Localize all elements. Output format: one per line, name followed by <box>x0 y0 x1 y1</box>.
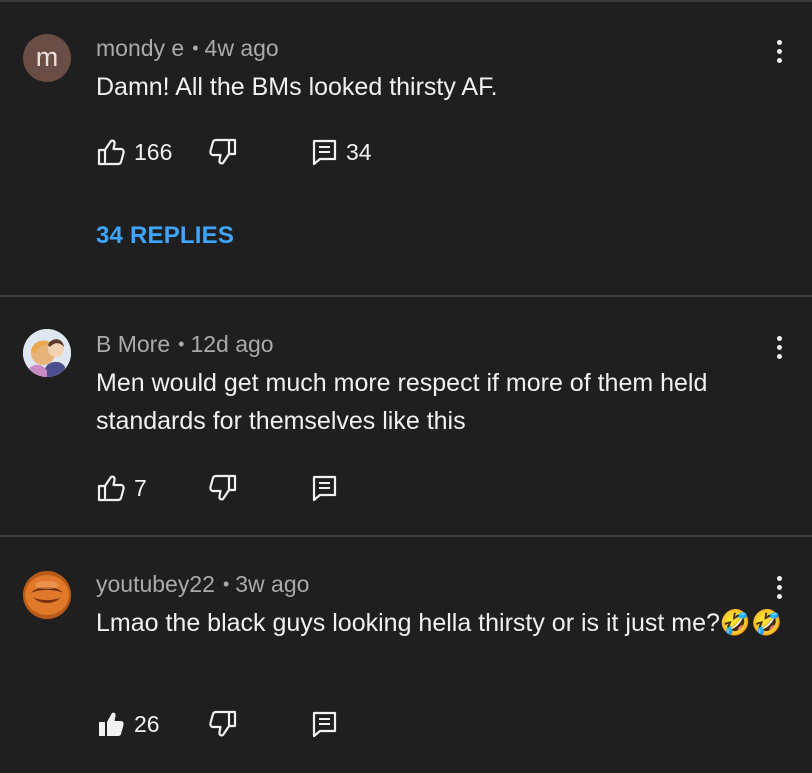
thumbs-up-filled-icon <box>99 712 124 736</box>
comment-item: B More • 12d ago Men would get much more r… <box>0 297 812 537</box>
comment-text: Lmao the black guys looking hella thirst… <box>96 609 783 637</box>
comment-text: Men would get much more respect if more … <box>96 369 708 435</box>
comment-actions: 166 34 <box>96 137 496 167</box>
comment-text: Damn! All the BMs looked thirsty AF. <box>96 73 498 101</box>
like-button[interactable]: 7 <box>96 473 147 503</box>
reply-button[interactable]: 34 <box>312 137 372 167</box>
thumbs-up-icon <box>97 139 125 166</box>
comment-actions: 26 <box>96 709 496 739</box>
comment-icon <box>312 139 337 166</box>
dislike-button[interactable] <box>208 137 238 167</box>
comment-icon <box>312 711 337 738</box>
thumbs-down-icon <box>209 138 237 165</box>
comment-meta: B More • 12d ago <box>96 331 274 358</box>
thumbs-up-icon <box>97 475 125 502</box>
separator-dot: • <box>222 574 230 594</box>
separator-dot: • <box>178 334 185 354</box>
dislike-button[interactable] <box>208 473 238 503</box>
comment-item: youtubey22 • 3w ago Lmao the black guys lo… <box>0 537 812 773</box>
comments-page: m mondy e • 4w ago Damn! All the BMs looke… <box>0 0 812 773</box>
avatar-image <box>23 329 71 377</box>
separator-dot: • <box>192 38 199 58</box>
avatar[interactable]: m <box>23 34 71 82</box>
like-count: 166 <box>134 138 173 165</box>
reply-count: 34 <box>346 138 372 165</box>
comment-actions: 7 <box>96 473 496 503</box>
dislike-button[interactable] <box>208 709 238 739</box>
timestamp: 3w ago <box>235 571 310 597</box>
view-replies-link[interactable]: 34 REPLIES <box>96 222 234 250</box>
reply-button[interactable] <box>312 473 338 503</box>
like-count: 7 <box>134 474 147 501</box>
avatar-image <box>23 571 71 619</box>
laughing-face-avatar[interactable] <box>23 571 71 619</box>
timestamp: 4w ago <box>204 35 279 61</box>
comment-icon <box>312 475 337 502</box>
author-name[interactable]: youtubey22 <box>96 571 215 597</box>
like-button[interactable]: 26 <box>96 709 160 739</box>
more-options-icon[interactable] <box>770 336 788 366</box>
more-options-icon[interactable] <box>770 40 788 70</box>
anime-character-avatar[interactable] <box>23 329 71 377</box>
reply-button[interactable] <box>312 709 338 739</box>
thumbs-down-icon <box>209 710 237 737</box>
like-button[interactable]: 166 <box>96 137 172 167</box>
author-name[interactable]: mondy e <box>96 35 184 61</box>
comment-meta: youtubey22 • 3w ago <box>96 571 309 598</box>
like-count: 26 <box>134 710 160 737</box>
thumbs-down-icon <box>209 474 237 501</box>
more-options-icon[interactable] <box>770 576 788 606</box>
comment-meta: mondy e • 4w ago <box>96 35 279 62</box>
author-name[interactable]: B More <box>96 331 170 357</box>
timestamp: 12d ago <box>190 331 274 357</box>
comment-item: m mondy e • 4w ago Damn! All the BMs looke… <box>0 2 812 297</box>
